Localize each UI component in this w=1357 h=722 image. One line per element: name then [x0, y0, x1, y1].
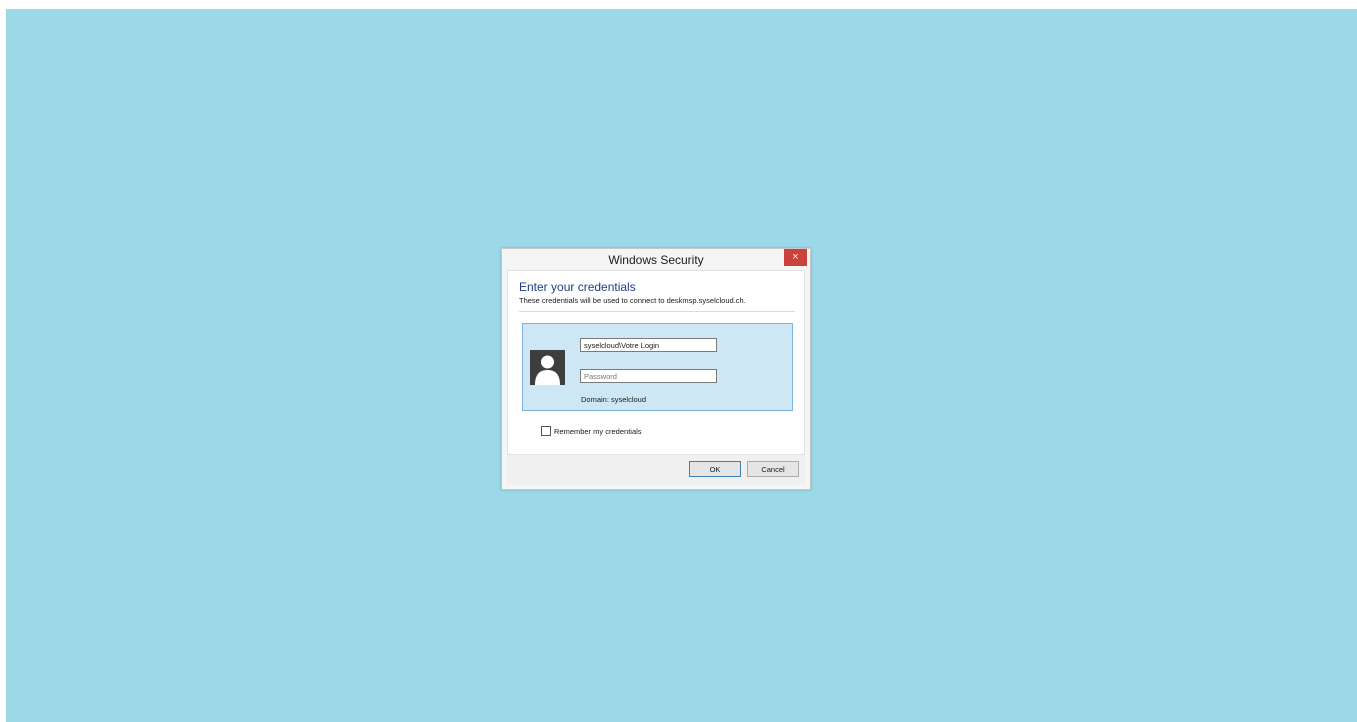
close-button[interactable]: ×	[784, 249, 807, 266]
cancel-button[interactable]: Cancel	[747, 461, 799, 477]
remember-label: Remember my credentials	[554, 426, 642, 436]
password-field[interactable]	[580, 369, 717, 383]
remember-checkbox[interactable]	[541, 426, 551, 436]
separator	[519, 311, 795, 312]
windows-security-dialog: Windows Security × Enter your credential…	[501, 248, 811, 490]
close-icon: ×	[792, 251, 799, 263]
dialog-footer: OK Cancel	[507, 455, 805, 485]
ok-button[interactable]: OK	[689, 461, 741, 477]
remember-credentials-option[interactable]: Remember my credentials	[541, 426, 642, 436]
dialog-title: Windows Security	[608, 253, 704, 267]
username-field[interactable]	[580, 338, 717, 352]
domain-label: Domain: syselcloud	[581, 395, 647, 404]
dialog-subtext: These credentials will be used to connec…	[519, 296, 746, 305]
user-avatar-icon	[530, 350, 565, 385]
dialog-content: Enter your credentials These credentials…	[507, 270, 805, 455]
title-bar: Windows Security ×	[502, 249, 810, 270]
credential-tile[interactable]: Domain: syselcloud	[522, 323, 793, 411]
dialog-heading: Enter your credentials	[519, 280, 636, 294]
